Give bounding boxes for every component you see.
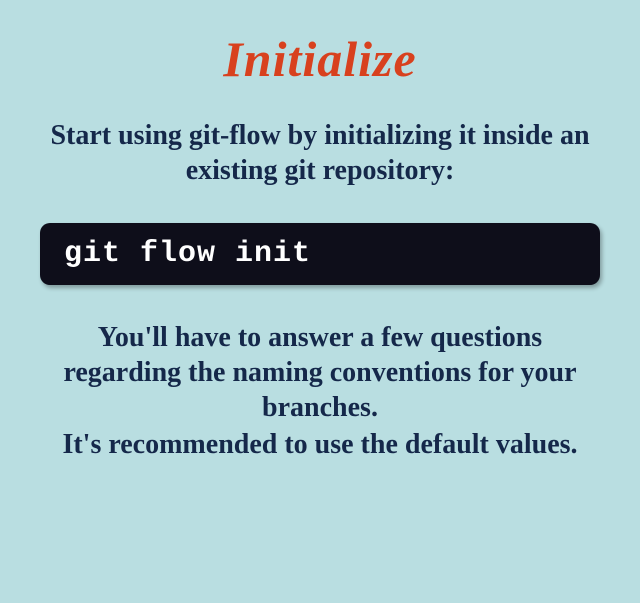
body-line-2: It's recommended to use the default valu…	[50, 427, 590, 462]
body-line-1: You'll have to answer a few questions re…	[63, 322, 576, 423]
section-heading: Initialize	[40, 30, 600, 88]
code-command: git flow init	[40, 223, 600, 285]
intro-paragraph: Start using git-flow by initializing it …	[40, 118, 600, 188]
body-paragraph: You'll have to answer a few questions re…	[40, 320, 600, 462]
